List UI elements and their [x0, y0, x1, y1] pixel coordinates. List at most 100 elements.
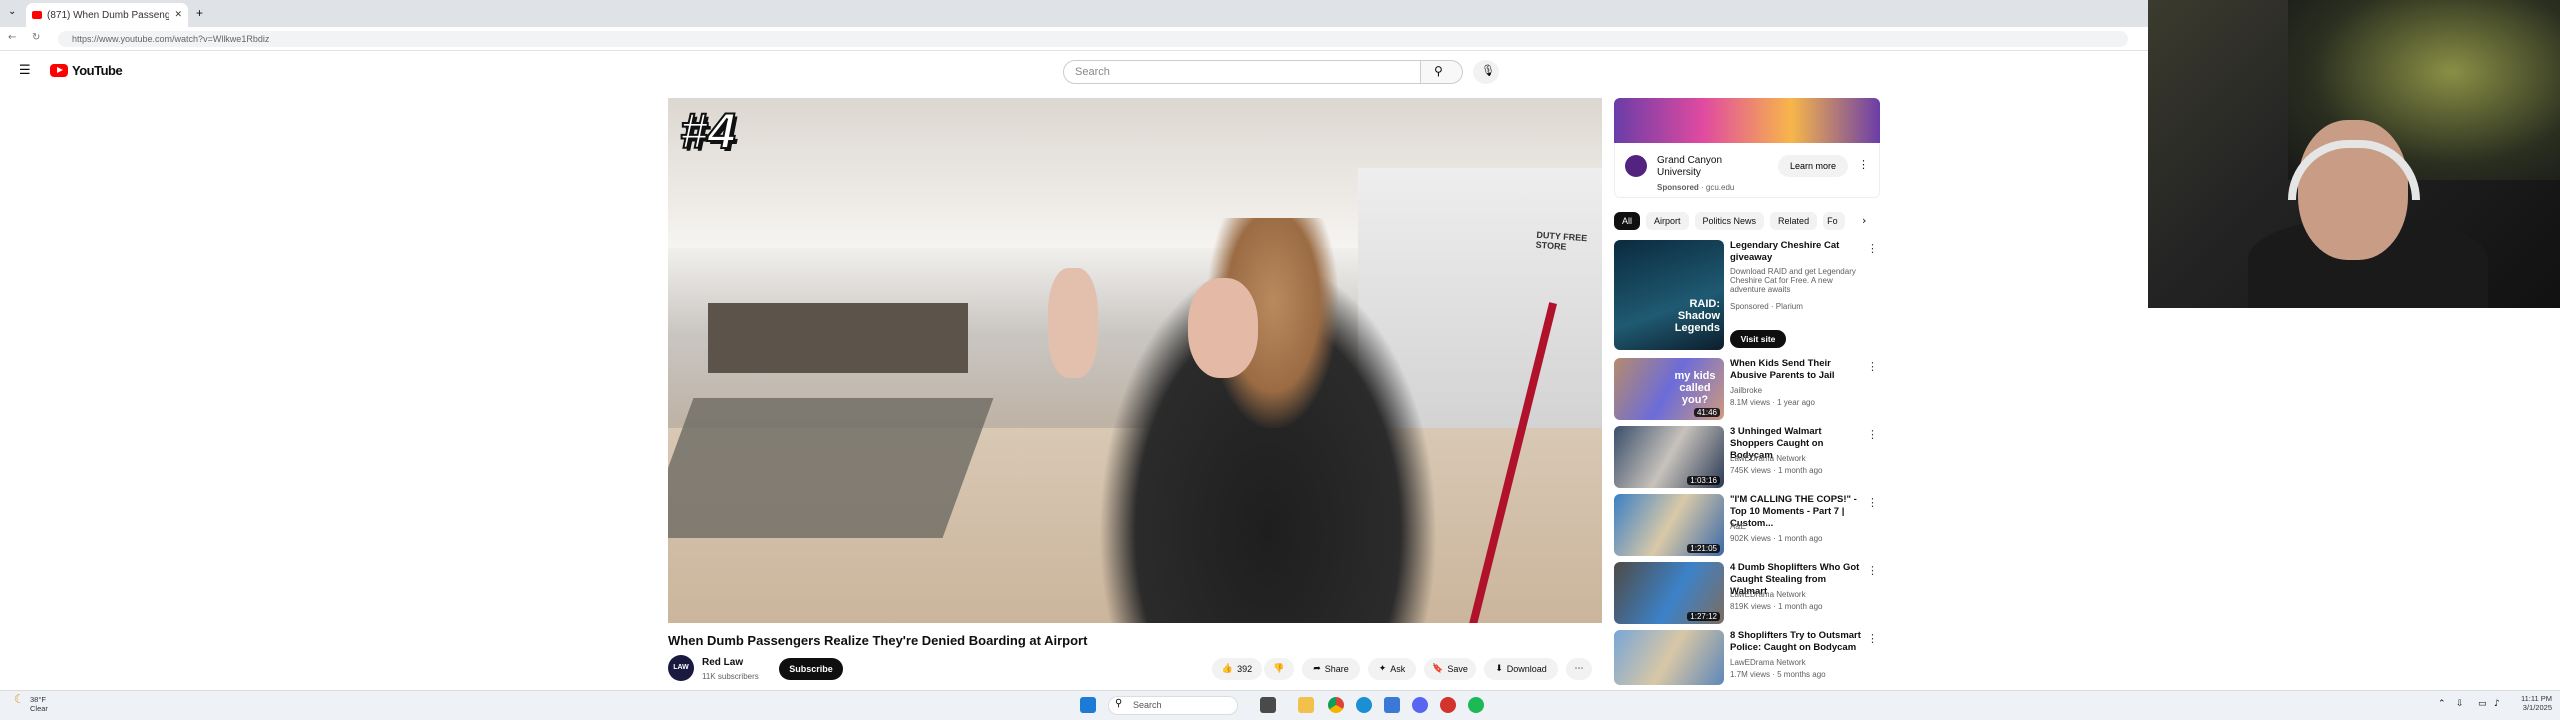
spotify-icon[interactable]	[1468, 697, 1484, 713]
tray-app-icon[interactable]: ⇩	[2456, 699, 2464, 709]
tray-expand-icon[interactable]: ⌃	[2438, 699, 2446, 709]
weather-widget[interactable]: ☾ 38°F Clear	[14, 692, 48, 713]
video-title: When Dumb Passengers Realize They're Den…	[668, 633, 1088, 648]
more-vertical-icon[interactable]: ⋮	[1867, 242, 1878, 255]
moon-icon: ☾	[14, 692, 25, 706]
dislike-button[interactable]: 👎	[1264, 658, 1294, 680]
video-thumbnail[interactable]: 1:21:05	[1614, 494, 1724, 556]
filter-chips: All Airport Politics News Related Fo	[1614, 212, 1846, 230]
chip-politics-news[interactable]: Politics News	[1694, 212, 1765, 230]
share-icon: ➦	[1313, 664, 1321, 674]
ask-button[interactable]: ✦ Ask	[1368, 658, 1416, 680]
youtube-logo[interactable]: YouTube	[50, 63, 123, 78]
video-frame-counter	[708, 303, 968, 373]
discord-icon[interactable]	[1412, 697, 1428, 713]
video-card-channel: Sponsored · Plarium	[1730, 302, 1803, 311]
more-vertical-icon[interactable]: ⋮	[1867, 428, 1878, 441]
save-label: Save	[1447, 664, 1468, 674]
video-thumbnail[interactable]: 1:03:16	[1614, 426, 1724, 488]
video-thumbnail[interactable]: RAID: Shadow Legends	[1614, 240, 1724, 350]
list-item[interactable]: 8 Shoplifters Try to Outsmart Police: Ca…	[1614, 630, 1880, 685]
file-explorer-icon[interactable]	[1298, 697, 1314, 713]
visit-site-button[interactable]: Visit site	[1730, 330, 1786, 348]
list-item[interactable]: 1:03:16 3 Unhinged Walmart Shoppers Caug…	[1614, 426, 1880, 488]
volume-icon[interactable]: ♪	[2494, 699, 2500, 709]
url-field[interactable]: https://www.youtube.com/watch?v=Wllkwe1R…	[58, 31, 2128, 47]
chips-next-icon[interactable]: ›	[1862, 214, 1866, 227]
chip-related[interactable]: Related	[1770, 212, 1818, 230]
search-icon: ⚲	[1434, 64, 1443, 78]
subscriber-count: 11K subscribers	[702, 672, 759, 681]
back-icon[interactable]: ←	[8, 32, 16, 43]
ad-more-icon[interactable]: ⋮	[1858, 158, 1869, 171]
channel-avatar[interactable]: LAW	[668, 655, 694, 681]
microphone-icon: 🎙	[1481, 64, 1495, 77]
video-frame-carpet	[668, 398, 994, 538]
video-thumbnail[interactable]: my kids called you? 41:46	[1614, 358, 1724, 420]
share-button[interactable]: ➦ Share	[1302, 658, 1360, 680]
video-card-channel: A&E	[1730, 522, 1747, 531]
like-count: 392	[1237, 664, 1253, 674]
video-duration: 1:27:12	[1687, 612, 1720, 621]
video-card-meta: 1.7M views · 5 months ago	[1730, 670, 1826, 679]
save-button[interactable]: 🔖 Save	[1424, 658, 1476, 680]
chip-all[interactable]: All	[1614, 212, 1641, 230]
store-icon[interactable]	[1384, 697, 1400, 713]
subscribe-button[interactable]: Subscribe	[779, 658, 843, 680]
video-overlay-tag: #4	[679, 102, 737, 160]
more-vertical-icon[interactable]: ⋮	[1867, 360, 1878, 373]
browser-tab[interactable]: (871) When Dumb Passengers ✕	[26, 3, 188, 27]
video-card-title[interactable]: When Kids Send Their Abusive Parents to …	[1730, 358, 1865, 382]
ad-domain: gcu.edu	[1705, 183, 1735, 192]
chrome-icon[interactable]	[1328, 697, 1344, 713]
download-button[interactable]: ⬇ Download	[1484, 658, 1558, 680]
channel-name[interactable]: Red Law	[702, 657, 743, 668]
reload-icon[interactable]: ↻	[32, 32, 40, 43]
like-button[interactable]: 👍 392	[1212, 658, 1262, 680]
browser-tab-bar: ⌄ (871) When Dumb Passengers ✕ +	[0, 0, 2148, 27]
learn-more-button[interactable]: Learn more	[1778, 155, 1848, 177]
video-thumbnail[interactable]	[1614, 630, 1724, 685]
menu-icon[interactable]: ☰	[19, 63, 31, 78]
list-item[interactable]: RAID: Shadow Legends Legendary Cheshire …	[1614, 240, 1880, 350]
youtube-logo-text: YouTube	[72, 63, 123, 78]
more-vertical-icon[interactable]: ⋮	[1867, 632, 1878, 645]
new-tab-button[interactable]: +	[196, 6, 203, 20]
chip-airport[interactable]: Airport	[1646, 212, 1689, 230]
voice-search-button[interactable]: 🎙	[1473, 60, 1499, 84]
windows-taskbar	[0, 690, 2560, 720]
video-card-title[interactable]: "I'M CALLING THE COPS!" - Top 10 Moments…	[1730, 494, 1865, 530]
search-input[interactable]: Search	[1063, 60, 1421, 84]
more-vertical-icon[interactable]: ⋮	[1867, 564, 1878, 577]
list-item[interactable]: my kids called you? 41:46 When Kids Send…	[1614, 358, 1880, 420]
tab-title: (871) When Dumb Passengers	[47, 9, 170, 21]
ad-title[interactable]: Grand Canyon University	[1657, 155, 1737, 179]
youtube-play-icon	[50, 64, 68, 77]
system-clock[interactable]: 11:11 PM 3/1/2025	[2518, 694, 2552, 712]
more-actions-button[interactable]: ⋯	[1566, 658, 1592, 680]
edge-icon[interactable]	[1356, 697, 1372, 713]
more-vertical-icon[interactable]: ⋮	[1867, 496, 1878, 509]
video-card-meta: 902K views · 1 month ago	[1730, 534, 1823, 543]
media-app-icon[interactable]	[1440, 697, 1456, 713]
video-card-title[interactable]: Legendary Cheshire Cat giveaway	[1730, 240, 1865, 264]
bookmark-icon: 🔖	[1432, 664, 1444, 674]
ad-banner-image[interactable]	[1614, 98, 1880, 143]
thumbs-up-icon: 👍	[1221, 664, 1234, 674]
taskbar-search[interactable]: Search	[1108, 696, 1238, 715]
windows-start-icon[interactable]	[1080, 697, 1096, 713]
task-view-icon[interactable]	[1260, 697, 1276, 713]
close-tab-icon[interactable]: ✕	[174, 10, 182, 20]
video-card-title[interactable]: 8 Shoplifters Try to Outsmart Police: Ca…	[1730, 630, 1865, 654]
video-card-meta: 819K views · 1 month ago	[1730, 602, 1823, 611]
video-thumbnail[interactable]: 1:27:12	[1614, 562, 1724, 624]
search-button[interactable]: ⚲	[1421, 60, 1463, 84]
ad-sponsored-label: Sponsored · gcu.edu	[1657, 183, 1735, 192]
chip-partial[interactable]: Fo	[1823, 212, 1846, 230]
list-item[interactable]: 1:21:05 "I'M CALLING THE COPS!" - Top 10…	[1614, 494, 1880, 556]
weather-desc: Clear	[30, 704, 48, 713]
list-item[interactable]: 1:27:12 4 Dumb Shoplifters Who Got Caugh…	[1614, 562, 1880, 624]
video-player[interactable]: DUTY FREE STORE #4	[668, 98, 1602, 623]
tab-list-icon[interactable]: ⌄	[8, 6, 16, 17]
wifi-icon[interactable]: ▭	[2478, 699, 2487, 709]
